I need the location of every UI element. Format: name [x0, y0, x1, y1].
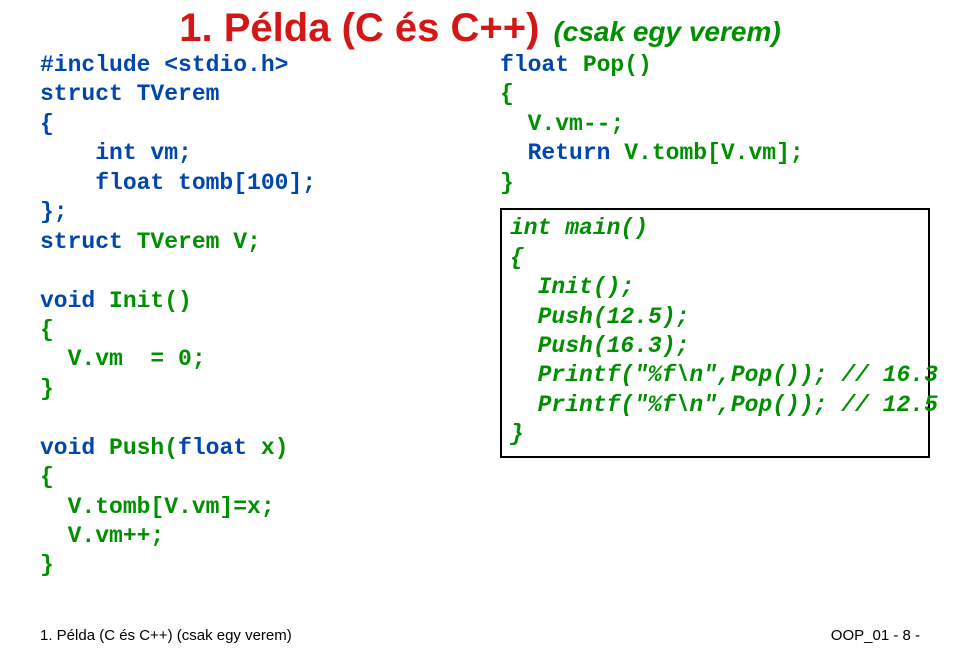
code-line: V.vm--;	[500, 111, 624, 137]
code-line: V.vm++;	[40, 523, 164, 549]
code-line	[500, 140, 528, 166]
code-line: Push(	[95, 435, 178, 461]
code-line: }	[40, 552, 54, 578]
code-line: TVerem V;	[123, 229, 261, 255]
code-right-top: float Pop() { V.vm--; Return V.tomb[V.vm…	[500, 51, 930, 198]
code-main: int main() { Init(); Push(12.5); Push(16…	[510, 214, 920, 450]
code-line: {	[40, 317, 54, 343]
code-line: Printf("%f\n",Pop()); // 12.5	[510, 392, 938, 418]
code-left: #include <stdio.h> struct TVerem { int v…	[40, 51, 460, 581]
right-column: float Pop() { V.vm--; Return V.tomb[V.vm…	[500, 21, 930, 581]
main-code-box: int main() { Init(); Push(12.5); Push(16…	[500, 208, 930, 458]
code-line: }	[510, 421, 524, 447]
footer-right: OOP_01 - 8 -	[831, 627, 920, 644]
code-line: {	[40, 111, 54, 137]
code-line: {	[510, 245, 524, 271]
code-kw: Return	[528, 140, 611, 166]
code-line: float tomb[100];	[40, 170, 316, 196]
code-kw: float	[178, 435, 247, 461]
code-line: int vm;	[40, 140, 192, 166]
code-line: }	[40, 376, 54, 402]
code-line: };	[40, 199, 68, 225]
code-line: {	[40, 464, 54, 490]
code-columns: #include <stdio.h> struct TVerem { int v…	[0, 21, 960, 581]
code-kw: struct	[40, 229, 123, 255]
code-line: #include <stdio.h>	[40, 52, 288, 78]
code-line: Init();	[510, 274, 634, 300]
code-line: x)	[247, 435, 288, 461]
code-line: int main()	[510, 215, 648, 241]
code-line: Push(16.3);	[510, 333, 689, 359]
left-column: #include <stdio.h> struct TVerem { int v…	[40, 21, 460, 581]
code-kw: float	[500, 52, 569, 78]
code-line: }	[500, 170, 514, 196]
code-line: V.vm = 0;	[40, 346, 206, 372]
footer-left: 1. Példa (C és C++) (csak egy verem)	[40, 627, 292, 644]
code-line: V.tomb[V.vm];	[610, 140, 803, 166]
code-line: Printf("%f\n",Pop()); // 16.3	[510, 362, 938, 388]
code-line: Init()	[95, 288, 192, 314]
footer: 1. Példa (C és C++) (csak egy verem) OOP…	[40, 627, 920, 644]
code-kw: void	[40, 435, 95, 461]
code-line: struct TVerem	[40, 81, 219, 107]
code-line: {	[500, 81, 514, 107]
code-kw: void	[40, 288, 95, 314]
code-line: Pop()	[569, 52, 652, 78]
code-line: V.tomb[V.vm]=x;	[40, 494, 275, 520]
code-line: Push(12.5);	[510, 304, 689, 330]
